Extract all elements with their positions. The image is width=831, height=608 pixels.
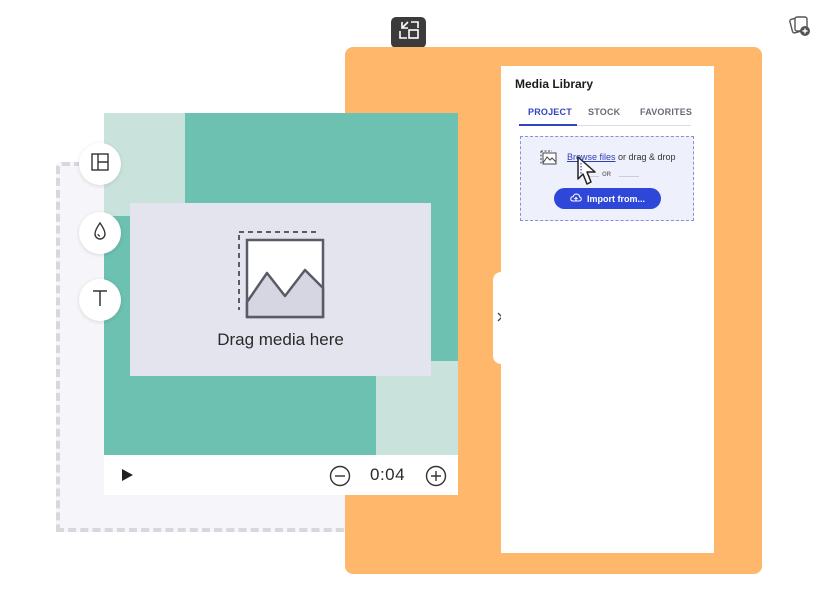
text-icon [90,288,110,313]
or-divider-right [619,176,639,177]
add-to-library-icon[interactable] [788,13,814,39]
layout-button[interactable] [79,143,121,185]
cloud-upload-icon [570,192,582,205]
media-library-panel: Media Library PROJECT STOCK FAVORITES Br… [501,66,714,553]
text-button[interactable] [79,279,121,321]
or-label: OR [602,172,611,178]
import-from-button[interactable]: Import from... [554,188,661,209]
import-from-label: Import from... [587,193,645,204]
playback-time: 0:04 [370,465,406,484]
image-icon [540,150,558,171]
tab-project[interactable]: PROJECT [528,107,572,117]
minimize-button[interactable] [391,17,426,48]
play-icon[interactable] [120,468,134,487]
active-tab-indicator [519,124,577,126]
color-drop-icon [92,221,108,246]
layout-icon [90,152,110,177]
drop-media-label: Drag media here [217,330,344,349]
upload-dropzone[interactable]: Browse files or drag & drop OR Import fr… [520,136,694,221]
zoom-out-icon[interactable] [329,465,351,492]
tab-favorites[interactable]: FAVORITES [640,107,692,117]
minimize-icon [398,20,420,45]
pointer-cursor-icon [576,155,602,192]
tab-stock[interactable]: STOCK [588,107,620,117]
media-library-title: Media Library [515,77,594,91]
image-placeholder-icon [237,230,327,325]
drag-drop-text: or drag & drop [615,152,676,162]
media-drop-area[interactable]: Drag media here [130,203,431,376]
zoom-in-icon[interactable] [425,465,447,492]
color-button[interactable] [79,212,121,254]
playback-bar: 0:04 [104,455,458,495]
